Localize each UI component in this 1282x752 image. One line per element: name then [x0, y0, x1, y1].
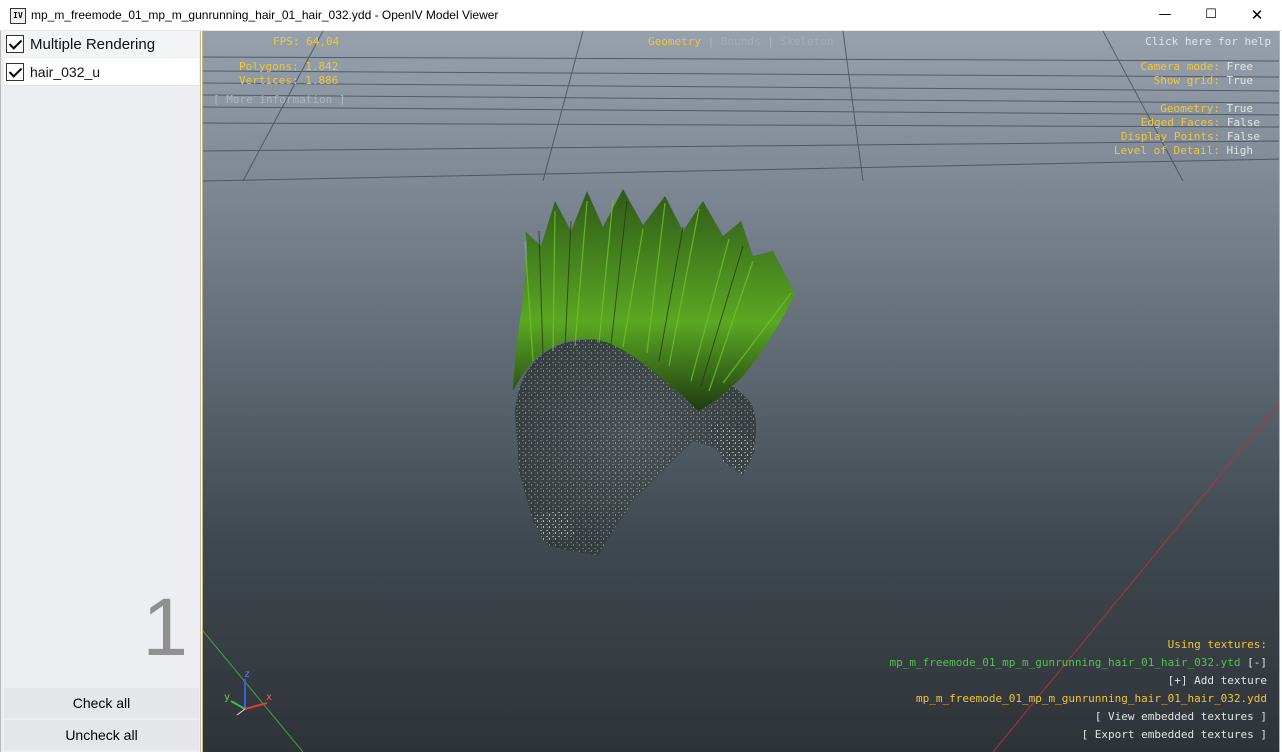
- camera-mode-label: Camera mode:: [1140, 60, 1220, 73]
- openiv-app-icon[interactable]: IV: [10, 8, 26, 24]
- camera-mode-value: Free: [1226, 60, 1254, 73]
- fps-value: 64,04: [306, 35, 340, 48]
- axis-z-label: z: [244, 669, 251, 680]
- level-of-detail-label: Level of Detail:: [1113, 144, 1220, 157]
- hair-model-render: [513, 189, 795, 556]
- camera-mode-setting[interactable]: Camera mode: Free: [1140, 60, 1253, 74]
- edged-faces-setting[interactable]: Edged Faces: False: [1141, 116, 1260, 130]
- polygons-label: Polygons:: [239, 60, 299, 73]
- geometry-setting[interactable]: Geometry: True: [1160, 102, 1253, 116]
- using-textures-label: Using textures:: [1167, 638, 1267, 651]
- axis-x-label: x: [266, 692, 273, 703]
- vertices-readout: Vertices: 1.886: [239, 74, 338, 88]
- texture-entry: mp_m_freemode_01_mp_m_gunrunning_hair_01…: [890, 656, 1268, 670]
- model-label: hair_032_u: [30, 63, 101, 80]
- tab-separator: |: [707, 35, 715, 48]
- close-button[interactable]: ✕: [1234, 0, 1280, 30]
- multiple-rendering-label: Multiple Rendering: [30, 35, 156, 53]
- axis-y-label: y: [224, 692, 231, 703]
- level-of-detail-value: High: [1226, 144, 1254, 157]
- title-bar: IV mp_m_freemode_01_mp_m_gunrunning_hair…: [0, 0, 1282, 31]
- remove-texture-button[interactable]: [-]: [1247, 656, 1267, 669]
- polygons-value: 1.842: [305, 60, 339, 73]
- check-all-button[interactable]: Check all: [4, 688, 199, 718]
- vertices-value: 1.886: [305, 74, 339, 87]
- fps-label: FPS:: [273, 35, 300, 48]
- export-embedded-textures-button[interactable]: [ Export embedded textures ]: [1082, 728, 1267, 742]
- edged-faces-value: False: [1226, 116, 1260, 129]
- add-texture-button[interactable]: [+] Add texture: [1168, 674, 1267, 688]
- model-count: 1: [142, 582, 188, 673]
- show-grid-label: Show grid:: [1153, 74, 1220, 87]
- show-grid-setting[interactable]: Show grid: True: [1154, 74, 1253, 88]
- level-of-detail-setting[interactable]: Level of Detail: High: [1114, 144, 1253, 158]
- 3d-viewport[interactable]: FPS: 64,04 Polygons: 1.842 Vertices: 1.8…: [202, 31, 1280, 752]
- geometry-value: True: [1226, 102, 1254, 115]
- multiple-rendering-toggle[interactable]: Multiple Rendering: [4, 31, 199, 57]
- tab-skeleton[interactable]: Skeleton: [780, 35, 833, 48]
- display-points-setting[interactable]: Display Points: False: [1121, 130, 1260, 144]
- uncheck-all-button[interactable]: Uncheck all: [4, 720, 199, 750]
- minimize-button[interactable]: —: [1142, 0, 1188, 30]
- model-file: mp_m_freemode_01_mp_m_gunrunning_hair_01…: [916, 692, 1267, 705]
- maximize-button[interactable]: ☐: [1188, 0, 1234, 30]
- vertices-label: Vertices:: [239, 74, 299, 87]
- polygons-readout: Polygons: 1.842: [239, 60, 338, 74]
- window-title: mp_m_freemode_01_mp_m_gunrunning_hair_01…: [31, 8, 499, 22]
- render-mode-tabs: Geometry | Bounds | Skeleton: [648, 35, 833, 49]
- more-information-link[interactable]: [ More information ]: [213, 93, 345, 107]
- tab-bounds[interactable]: Bounds: [721, 35, 761, 48]
- display-points-label: Display Points:: [1120, 130, 1221, 143]
- render-list-sidebar: Multiple Rendering hair_032_u 1 Check al…: [0, 31, 201, 752]
- fps-readout: FPS: 64,04: [273, 35, 339, 49]
- model-checkbox[interactable]: [6, 62, 24, 81]
- list-item[interactable]: hair_032_u: [4, 58, 199, 86]
- tab-separator-2: |: [767, 35, 774, 48]
- multiple-rendering-checkbox[interactable]: [6, 35, 24, 53]
- display-points-value: False: [1226, 130, 1260, 143]
- edged-faces-label: Edged Faces:: [1140, 116, 1221, 129]
- texture-file[interactable]: mp_m_freemode_01_mp_m_gunrunning_hair_01…: [890, 656, 1241, 669]
- show-grid-value: True: [1226, 74, 1254, 87]
- view-embedded-textures-button[interactable]: [ View embedded textures ]: [1095, 710, 1267, 724]
- tab-geometry[interactable]: Geometry: [648, 35, 701, 48]
- geometry-label: Geometry:: [1160, 102, 1220, 115]
- help-link[interactable]: Click here for help: [1145, 35, 1271, 49]
